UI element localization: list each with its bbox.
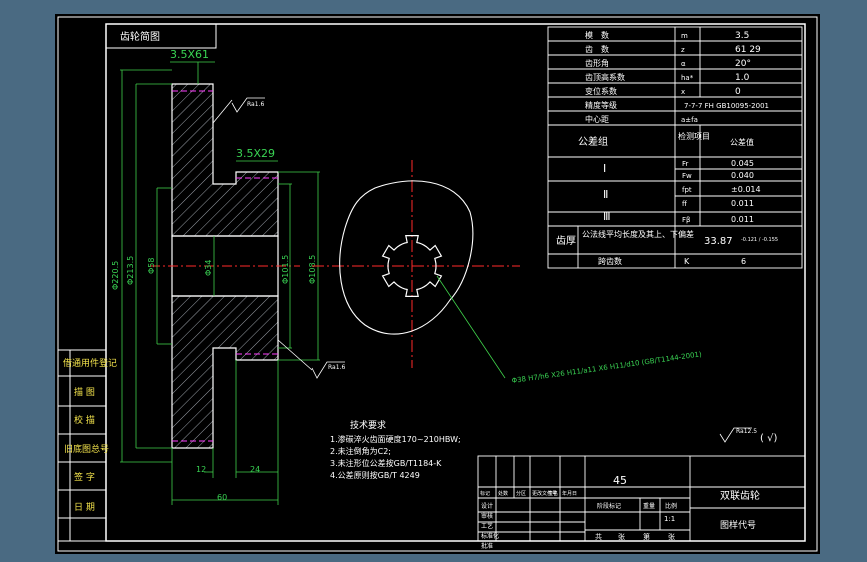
tech-title: 技术要求: [350, 419, 386, 431]
tol-value-4: 0.011: [731, 215, 754, 224]
param-value-4: 0: [735, 87, 741, 97]
param-name-2: 齿形角: [585, 58, 609, 68]
dim-d5: Φ101.5: [281, 255, 290, 284]
param-value-1: 61 29: [735, 45, 761, 55]
tb-role-label-4: 批准: [481, 542, 493, 550]
tb-stage-label-2: 比例: [665, 502, 677, 510]
param-symbol-2: α: [681, 60, 686, 68]
param-symbol-6: a±fa: [681, 116, 698, 124]
param-value-5: 7-7-7 FH GB10095-2001: [684, 102, 769, 110]
drawing-number: 图样代号: [720, 519, 756, 531]
tb-sheet-label-0: 共: [595, 532, 602, 541]
drawing-canvas: 齿轮简图 借通用件登记 描 图 校 描 旧底图总号 签 字 日 期 Φ220.5…: [0, 0, 867, 562]
thick-deviation: -0.121 / -0.155: [741, 237, 778, 243]
tol-symbol-4: Fβ: [682, 216, 691, 224]
tb-row-label-0: 标记: [480, 490, 490, 497]
tech-item-1: 1.渗碳淬火齿面硬度170~210HBW;: [330, 434, 461, 444]
mesh-value: 6: [741, 257, 746, 266]
param-name-5: 精度等级: [585, 100, 617, 110]
param-value-3: 1.0: [735, 73, 750, 83]
tol-value-header: 公差值: [730, 137, 754, 147]
dim-d2: Φ213.5: [126, 256, 135, 285]
tol-symbol-3: ff: [682, 200, 687, 208]
tol-group-0: Ⅰ: [603, 162, 606, 175]
tol-symbol-0: Fr: [682, 160, 689, 168]
param-name-4: 变位系数: [585, 86, 617, 96]
tol-symbol-1: Fw: [682, 172, 692, 180]
dim-d1: Φ220.5: [111, 261, 120, 290]
drawing-sheet: [55, 14, 820, 554]
param-value-0: 3.5: [735, 31, 749, 41]
thick-value: 33.87: [704, 236, 733, 247]
tb-role-label-3: 标准化: [481, 532, 499, 540]
roughness-2-label: Ra1.6: [328, 364, 345, 371]
tol-item-header: 检测项目: [678, 131, 710, 141]
thick-desc: 公法线平均长度及其上、下偏差: [582, 229, 694, 239]
dim-d3: Φ58: [147, 258, 156, 274]
tech-item-2: 2.未注倒角为C2;: [330, 446, 391, 456]
side-label-3: 旧底图总号: [64, 443, 109, 455]
dim-d6: Φ108.5: [308, 255, 317, 284]
module-label-2: 3.5X29: [236, 147, 275, 160]
tech-item-3: 3.未注形位公差按GB/T1184-K: [330, 458, 442, 468]
tol-value-1: 0.040: [731, 171, 754, 180]
tb-row-label-1: 处数: [498, 490, 508, 497]
tech-item-4: 4.公差原则按GB/T 4249: [330, 470, 420, 480]
param-value-2: 20°: [735, 59, 751, 69]
cad-window: 齿轮简图 借通用件登记 描 图 校 描 旧底图总号 签 字 日 期 Φ220.5…: [0, 0, 867, 562]
tol-group-header: 公差组: [578, 135, 608, 148]
side-label-5: 日 期: [74, 502, 95, 513]
tol-value-2: ±0.014: [731, 185, 761, 194]
dim-w2: 24: [250, 465, 260, 474]
tol-symbol-2: fpt: [682, 186, 692, 194]
scale: 1:1: [664, 515, 675, 523]
tb-stage-label-1: 重量: [643, 502, 655, 510]
top-label: 齿轮简图: [120, 30, 160, 43]
part-name: 双联齿轮: [720, 489, 760, 502]
material: 45: [613, 474, 627, 487]
side-label-1: 描 图: [74, 386, 95, 398]
dim-d4: Φ34: [204, 260, 213, 276]
param-name-6: 中心距: [585, 114, 609, 124]
roughness-default-label: Ra12.5: [736, 428, 757, 435]
param-symbol-1: z: [681, 46, 685, 54]
mesh-label: 跨齿数: [598, 256, 622, 266]
tb-role-label-0: 设计: [481, 502, 493, 510]
tb-sheet-label-3: 张: [668, 532, 675, 541]
param-name-3: 齿顶高系数: [585, 72, 625, 82]
side-label-4: 签 字: [74, 471, 95, 483]
mesh-symbol: K: [684, 257, 690, 266]
tb-sheet-label-1: 张: [618, 532, 625, 541]
tol-group-2: Ⅱ: [603, 188, 608, 201]
tb-sheet-label-2: 第: [643, 532, 650, 541]
param-name-0: 模 数: [585, 30, 609, 40]
tol-value-0: 0.045: [731, 159, 754, 168]
dim-w1: 12: [196, 465, 206, 474]
side-label-0: 借通用件登记: [63, 357, 117, 369]
tb-row-label-4: 签名: [548, 490, 558, 497]
dim-w3: 60: [217, 493, 227, 502]
thick-label: 齿厚: [556, 235, 576, 247]
side-label-2: 校 描: [74, 414, 95, 426]
param-symbol-3: ha*: [681, 74, 694, 82]
tol-value-3: 0.011: [731, 199, 754, 208]
roughness-default-suffix: ( √): [760, 433, 777, 444]
roughness-1-label: Ra1.6: [247, 101, 264, 108]
param-symbol-4: x: [681, 88, 685, 96]
tb-role-label-2: 工艺: [481, 522, 493, 530]
tb-stage-label-0: 阶段标记: [597, 502, 621, 510]
tb-row-label-5: 年月日: [562, 490, 577, 497]
tol-group-4: Ⅲ: [603, 210, 611, 223]
tb-row-label-2: 分区: [516, 490, 526, 497]
module-label-1: 3.5X61: [170, 48, 209, 61]
param-name-1: 齿 数: [585, 44, 609, 54]
tb-role-label-1: 审核: [481, 512, 493, 520]
param-symbol-0: m: [681, 32, 688, 40]
